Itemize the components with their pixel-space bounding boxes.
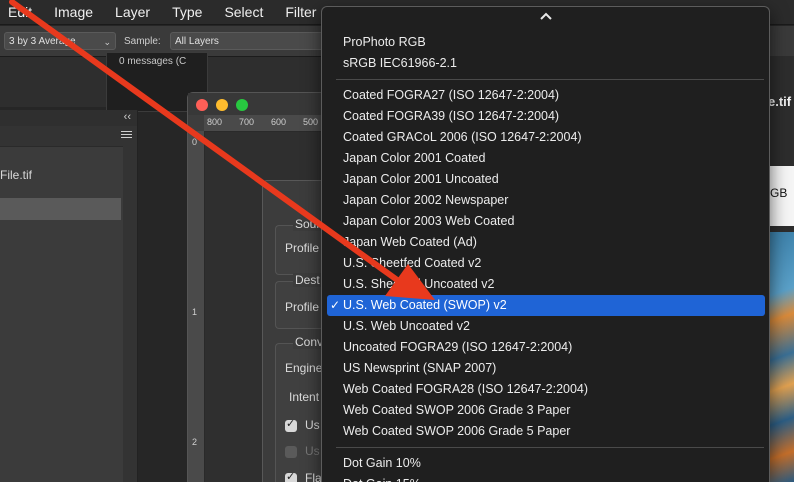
chevron-down-icon: ⌄	[103, 37, 111, 47]
menu-item-label: Coated FOGRA27 (ISO 12647-2:2004)	[343, 88, 560, 102]
menu-item[interactable]: Web Coated FOGRA28 (ISO 12647-2:2004)	[327, 379, 765, 400]
menu-item[interactable]: Web Coated SWOP 2006 Grade 5 Paper	[327, 421, 765, 442]
fish-image	[766, 232, 794, 482]
flatten-label: Fla	[305, 471, 322, 482]
sample-size-select[interactable]: 3 by 3 Average ⌄	[4, 32, 116, 50]
menu-item[interactable]: Uncoated FOGRA29 (ISO 12647-2:2004)	[327, 337, 765, 358]
use-checkbox-2[interactable]	[285, 446, 297, 458]
menu-item-label: Web Coated SWOP 2006 Grade 3 Paper	[343, 403, 571, 417]
destination-title: Dest	[293, 273, 322, 287]
panel-menu-icon[interactable]	[121, 129, 132, 140]
selected-row[interactable]	[0, 198, 121, 220]
menu-item-label: U.S. Web Uncoated v2	[343, 319, 470, 333]
minimize-window-icon[interactable]	[216, 99, 228, 111]
document-tab-title[interactable]: e.tif	[768, 94, 791, 109]
ruler-label: 1	[192, 307, 198, 317]
menu-item[interactable]: Dot Gain 10%	[327, 453, 765, 474]
sample-select[interactable]: All Layers	[170, 32, 330, 50]
use-checkbox-1[interactable]	[285, 417, 297, 432]
scroll-up-icon[interactable]	[322, 7, 769, 29]
menu-filter[interactable]: Filter	[274, 0, 327, 24]
ruler-label: 500	[303, 117, 319, 127]
menu-item[interactable]: Japan Web Coated (Ad)	[327, 232, 765, 253]
ruler-label: 2	[192, 437, 198, 447]
source-title: Sour	[293, 217, 323, 231]
use-label-2: Us	[305, 444, 320, 458]
zoom-window-icon[interactable]	[236, 99, 248, 111]
menu-item[interactable]: US Newsprint (SNAP 2007)	[327, 358, 765, 379]
menu-item[interactable]: ProPhoto RGB	[327, 32, 765, 53]
menu-item-label: Uncoated FOGRA29 (ISO 12647-2:2004)	[343, 340, 573, 354]
left-panel: ‹‹ File.tif	[0, 110, 138, 482]
sample-size-value: 3 by 3 Average	[9, 36, 76, 47]
destination-profile-label: Profile	[285, 300, 320, 314]
menu-item[interactable]: U.S. Web Uncoated v2	[327, 316, 765, 337]
menu-item[interactable]: Coated FOGRA39 (ISO 12647-2:2004)	[327, 106, 765, 127]
ruler-label: 700	[239, 117, 255, 127]
menu-item[interactable]: U.S. Sheetfed Coated v2	[327, 253, 765, 274]
menu-type[interactable]: Type	[161, 0, 213, 24]
menu-separator	[336, 79, 764, 80]
menu-item-label: Japan Color 2001 Coated	[343, 151, 486, 165]
menu-layer[interactable]: Layer	[104, 0, 161, 24]
menu-item[interactable]: U.S. Sheetfed Uncoated v2	[327, 274, 765, 295]
menu-item-label: Dot Gain 10%	[343, 456, 421, 470]
ruler-label: 0	[192, 137, 198, 147]
source-profile-label: Profile	[285, 241, 320, 255]
menu-item-label: Coated GRACoL 2006 (ISO 12647-2:2004)	[343, 130, 582, 144]
intent-label: Intent	[289, 390, 320, 404]
menu-separator	[336, 447, 764, 448]
checkmark-icon: ✓	[330, 298, 341, 312]
menu-image[interactable]: Image	[43, 0, 104, 24]
panel-header: ‹‹	[0, 110, 137, 126]
sample-label: Sample:	[124, 36, 161, 47]
ruler-label: 800	[207, 117, 223, 127]
menu-item[interactable]: Japan Color 2003 Web Coated	[327, 211, 765, 232]
close-window-icon[interactable]	[196, 99, 208, 111]
menu-item-selected[interactable]: ✓ U.S. Web Coated (SWOP) v2	[327, 295, 765, 316]
vertical-ruler: 0 1 2	[188, 131, 205, 482]
menu-item[interactable]: Japan Color 2002 Newspaper	[327, 190, 765, 211]
menu-item-label: Dot Gain 15%	[343, 477, 421, 482]
right-document: e.tif GB	[766, 56, 794, 482]
menu-item[interactable]: Web Coated SWOP 2006 Grade 3 Paper	[327, 400, 765, 421]
engine-label: Engine	[285, 361, 323, 375]
horizontal-ruler: 800 700 600 500	[204, 115, 328, 132]
menu-item-label: ProPhoto RGB	[343, 35, 426, 49]
messages-text: 0 messages (C	[119, 56, 187, 67]
menu-item[interactable]: Coated GRACoL 2006 (ISO 12647-2:2004)	[327, 127, 765, 148]
menu-item[interactable]: sRGB IEC61966-2.1	[327, 53, 765, 74]
profile-dropdown-menu: ProPhoto RGB sRGB IEC61966-2.1 Coated FOGR…	[321, 6, 770, 482]
menu-item-label: Japan Color 2001 Uncoated	[343, 172, 499, 186]
menu-item[interactable]: Japan Color 2001 Coated	[327, 148, 765, 169]
menu-item[interactable]: Japan Color 2001 Uncoated	[327, 169, 765, 190]
flatten-checkbox[interactable]	[285, 470, 297, 482]
file-label[interactable]: File.tif	[0, 168, 32, 182]
panel-scrollbar[interactable]	[123, 146, 137, 482]
menu-edit[interactable]: Edit	[0, 0, 43, 24]
photoshop-screen: Edit Image Layer Type Select Filter 3 by…	[0, 0, 794, 482]
menu-item-label: U.S. Sheetfed Uncoated v2	[343, 277, 495, 291]
menu-item-label: Coated FOGRA39 (ISO 12647-2:2004)	[343, 109, 560, 123]
menu-item-label: U.S. Sheetfed Coated v2	[343, 256, 482, 270]
menu-item-label: US Newsprint (SNAP 2007)	[343, 361, 497, 375]
menu-item-label: Japan Color 2003 Web Coated	[343, 214, 515, 228]
panel-tab-row	[0, 126, 137, 147]
menu-item-label: U.S. Web Coated (SWOP) v2	[343, 298, 507, 312]
ruler-label: 600	[271, 117, 287, 127]
menu-item-label: Web Coated SWOP 2006 Grade 5 Paper	[343, 424, 571, 438]
menu-select[interactable]: Select	[213, 0, 274, 24]
menu-item-label: Web Coated FOGRA28 (ISO 12647-2:2004)	[343, 382, 589, 396]
menu-item[interactable]: Dot Gain 15%	[327, 474, 765, 482]
menu-item[interactable]: Coated FOGRA27 (ISO 12647-2:2004)	[327, 85, 765, 106]
menu-item-label: sRGB IEC61966-2.1	[343, 56, 457, 70]
document-titlebar	[188, 93, 328, 115]
menu-item-label: Japan Color 2002 Newspaper	[343, 193, 509, 207]
collapse-panel-icon[interactable]: ‹‹	[124, 111, 131, 123]
use-label-1: Us	[305, 418, 320, 432]
sample-value: All Layers	[175, 36, 219, 47]
menu-item-label: Japan Web Coated (Ad)	[343, 235, 477, 249]
rgb-label: GB	[770, 186, 788, 200]
